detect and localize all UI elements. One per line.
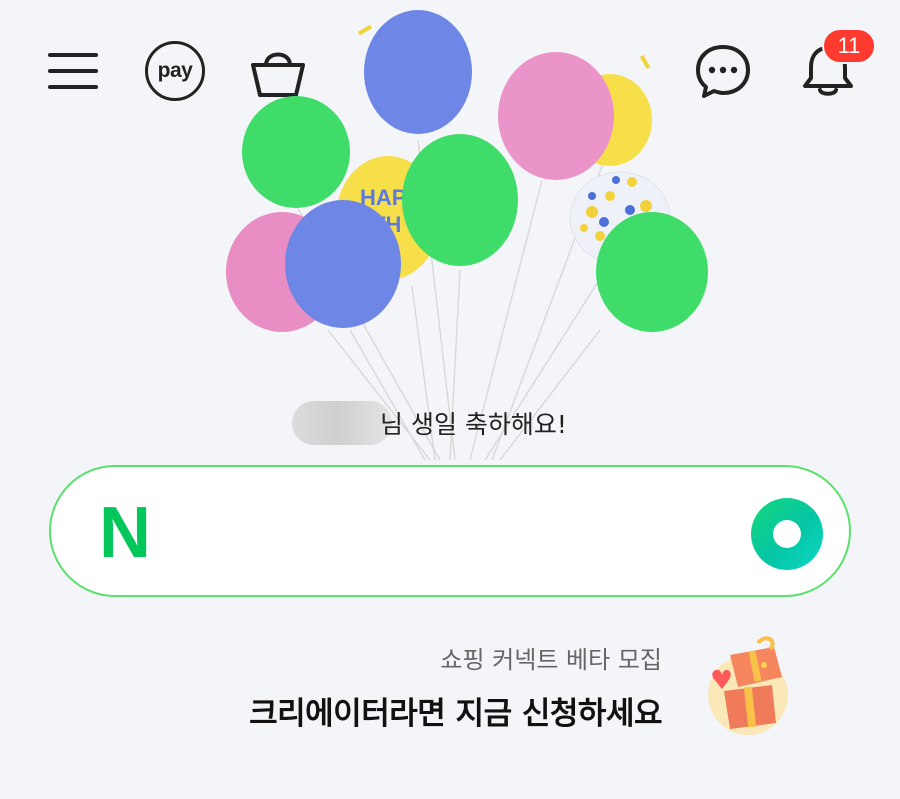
promo-subtitle: 쇼핑 커넥트 베타 모집 (440, 646, 662, 674)
pay-icon: pay (145, 41, 205, 101)
birthday-greeting: 님 생일 축하해요! (292, 398, 567, 448)
pay-label: pay (157, 59, 193, 82)
greeting-text: 님 생일 축하해요! (380, 410, 567, 439)
promo-title: 크리에이터라면 지금 신청하세요 (249, 696, 662, 732)
search-input[interactable] (191, 497, 735, 569)
green-dot-inner (773, 520, 801, 548)
shopping-connect-promo[interactable]: 쇼핑 커넥트 베타 모집 크리에이터라면 지금 신청하세요 (200, 630, 800, 740)
notification-count-badge: 11 (822, 28, 876, 64)
green-dot-icon[interactable] (751, 498, 823, 570)
search-bar[interactable]: N (49, 465, 851, 597)
naver-pay-button[interactable]: pay (142, 38, 208, 104)
gift-box-icon (708, 636, 788, 735)
hamburger-menu-icon (48, 53, 98, 89)
blurred-username (292, 401, 392, 445)
menu-button[interactable] (40, 38, 106, 104)
naver-logo[interactable]: N (99, 497, 151, 569)
